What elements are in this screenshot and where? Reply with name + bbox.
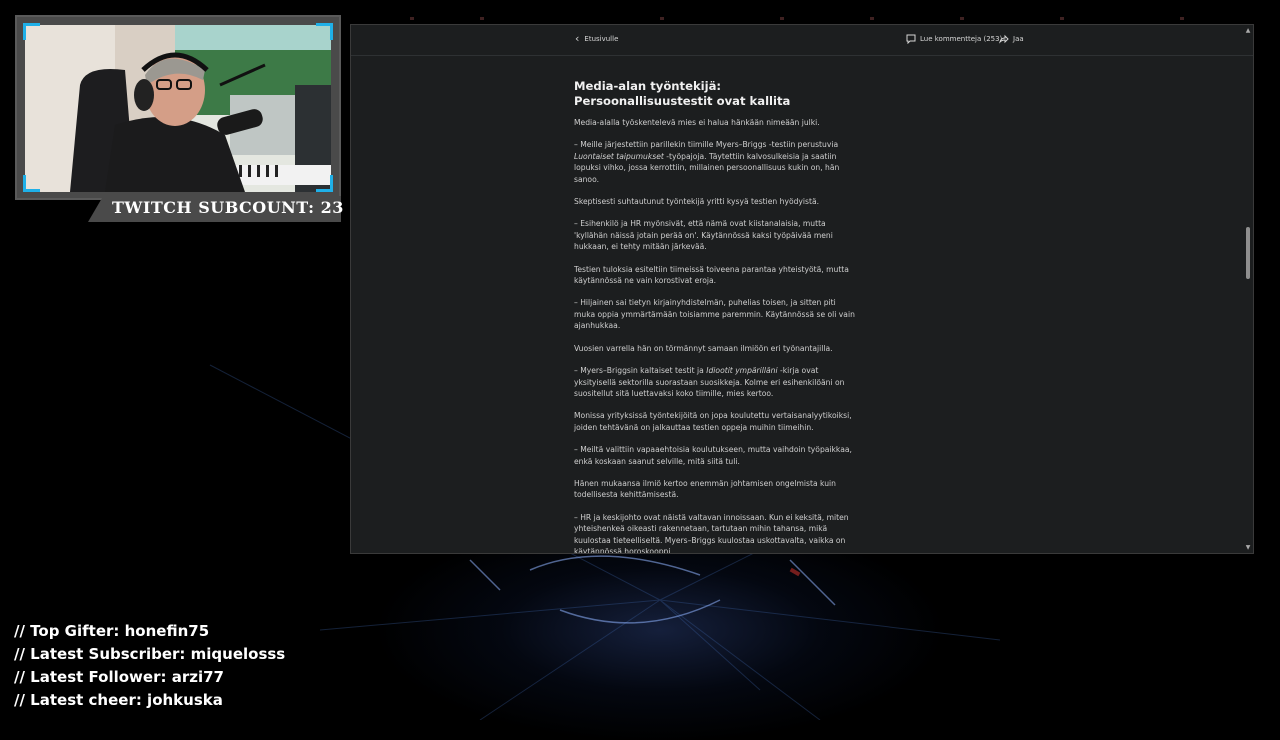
- webcam-frame: [15, 15, 341, 200]
- webcam-scene: [25, 25, 331, 192]
- article-paragraph: – Hiljainen sai tietyn kirjainyhdistelmä…: [574, 298, 855, 331]
- page-scrollbar[interactable]: ▲ ▼: [1245, 25, 1251, 553]
- share-label: Jaa: [1013, 35, 1024, 43]
- article-body: Media-alan työntekijä: Persoonallisuuste…: [574, 79, 856, 554]
- share-icon: [999, 34, 1009, 44]
- scroll-up-arrow-icon[interactable]: ▲: [1245, 27, 1251, 34]
- article-top-bar: ‹ Etusivulle Lue kommentteja (253) Jaa: [351, 25, 1253, 56]
- article-paragraph: – Myers–Briggsin kaltaiset testit ja Idi…: [574, 366, 845, 398]
- comments-label: Lue kommentteja (253): [920, 35, 1003, 43]
- article-paragraph: – Meille järjestettiin parillekin tiimil…: [574, 140, 840, 184]
- article-subheading: Media-alan työntekijä: Persoonallisuuste…: [574, 79, 791, 108]
- stream-info-panel: // Top Gifter: honefin75 // Latest Subsc…: [14, 621, 285, 713]
- twitch-subcount: TWITCH SUBCOUNT: 23: [112, 198, 344, 217]
- latest-cheer: // Latest cheer: johkuska: [14, 691, 223, 709]
- frame-corner-accent: [23, 23, 40, 40]
- book-title: Idiootit ympärilläni: [706, 366, 778, 376]
- browser-window: ‹ Etusivulle Lue kommentteja (253) Jaa M…: [350, 24, 1254, 554]
- article-paragraph: Testien tuloksia esiteltiin tiimeissä to…: [574, 264, 849, 286]
- article-paragraph: Skeptisesti suhtautunut työntekijä yritt…: [574, 197, 820, 207]
- latest-subscriber: // Latest Subscriber: miquelosss: [14, 645, 286, 663]
- scroll-thumb[interactable]: [1246, 226, 1250, 279]
- article-paragraph: – Esihenkilö ja HR myönsivät, että nämä …: [574, 219, 833, 252]
- article-paragraph: Media-alalla työskentelevä mies ei halua…: [574, 118, 820, 127]
- frame-corner-accent: [316, 175, 333, 192]
- back-to-front-page-button[interactable]: ‹ Etusivulle: [575, 32, 619, 45]
- frame-corner-accent: [23, 175, 40, 192]
- latest-follower: // Latest Follower: arzi77: [14, 668, 224, 686]
- scroll-down-arrow-icon[interactable]: ▼: [1245, 544, 1251, 551]
- article-paragraph: – Meiltä valittiin vapaaehtoisia koulutu…: [574, 445, 852, 466]
- back-label: Etusivulle: [584, 35, 619, 43]
- read-comments-button[interactable]: Lue kommentteja (253): [906, 34, 1002, 44]
- browser-tab-strip-remnant: [410, 17, 1184, 20]
- article-paragraph: – HR ja keskijohto ovat näistä valtavan …: [574, 512, 849, 554]
- article-paragraph: Vuosien varrella hän on törmännyt samaan…: [574, 343, 833, 353]
- comment-icon: [906, 34, 916, 44]
- article-paragraph: Hänen mukaansa ilmiö kertoo enemmän joht…: [574, 478, 836, 500]
- frame-corner-accent: [316, 23, 333, 40]
- share-button[interactable]: Jaa: [999, 34, 1024, 44]
- webcam-video: [25, 25, 331, 192]
- chevron-left-icon: ‹: [575, 32, 580, 45]
- article-paragraph: Monissa yrityksissä työntekijöitä on jop…: [574, 411, 852, 432]
- top-gifter: // Top Gifter: honefin75: [14, 622, 210, 640]
- book-title: Luontaiset taipumukset: [574, 151, 664, 161]
